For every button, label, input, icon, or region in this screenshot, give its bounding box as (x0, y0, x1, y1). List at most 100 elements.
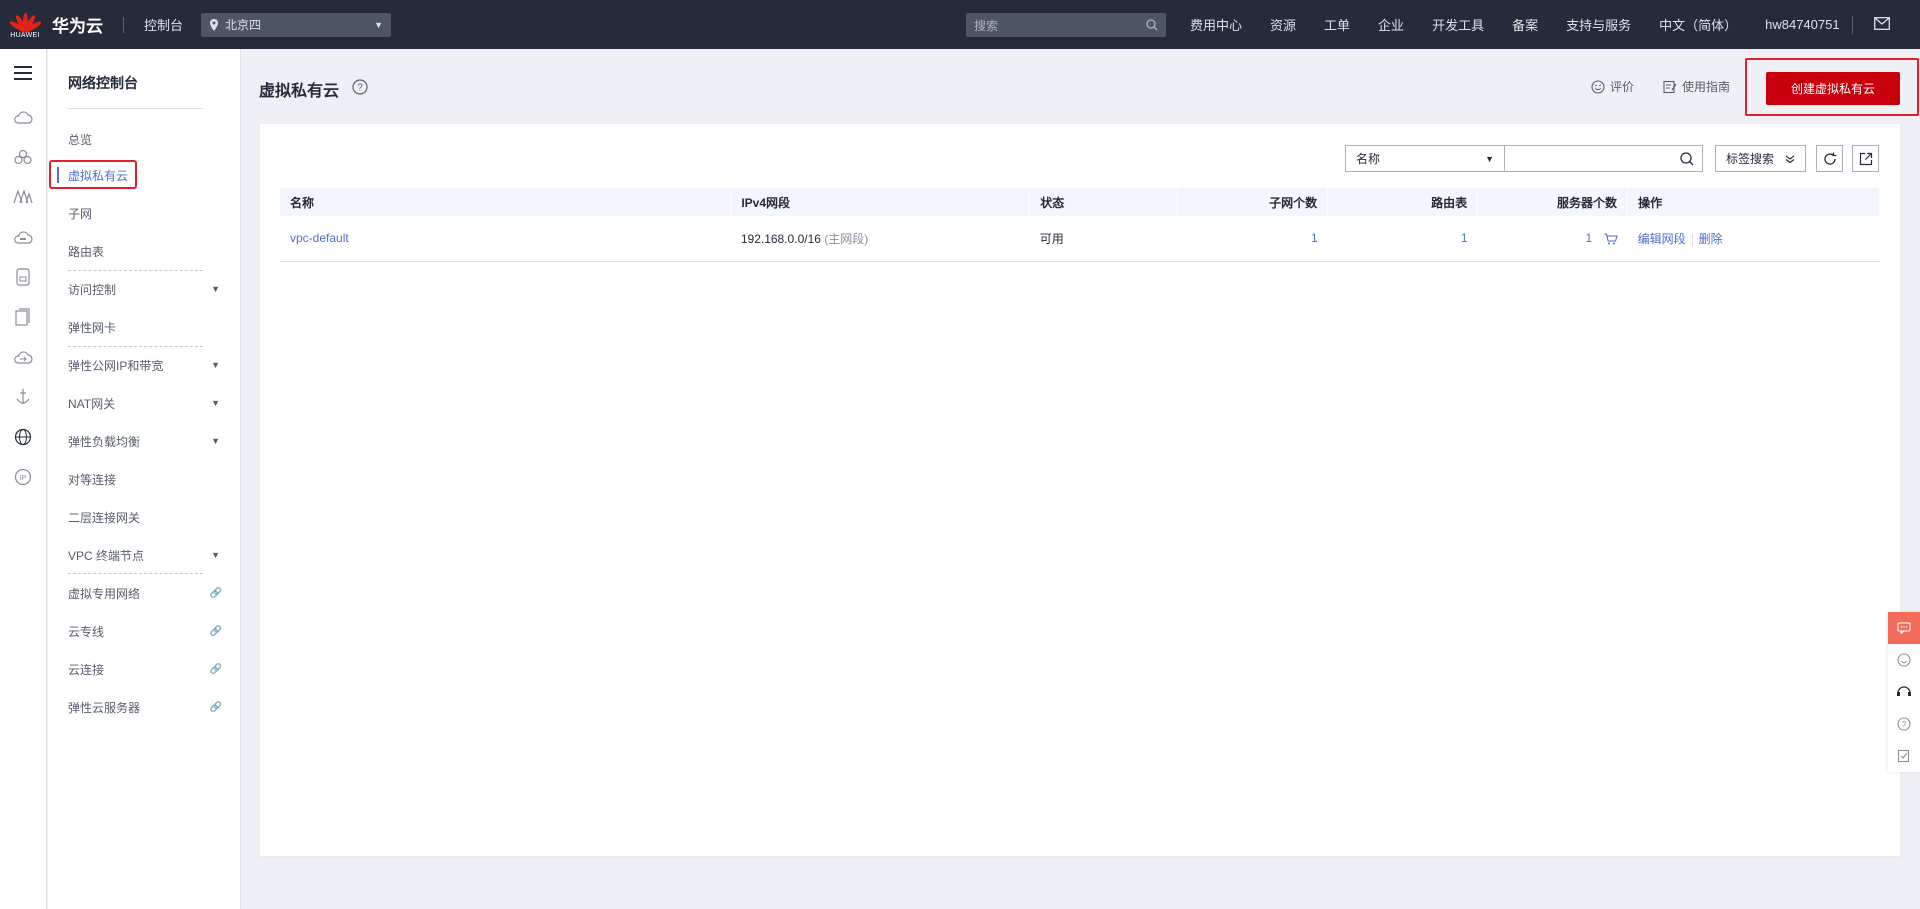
vpc-name-link[interactable]: vpc-default (290, 231, 349, 245)
sidebar-item-label: 虚拟专用网络 (68, 586, 141, 601)
sidebar-item-ecs[interactable]: 弹性云服务器 🔗 (68, 697, 228, 717)
servers-count-link[interactable]: 1 (1586, 231, 1593, 245)
operations-cell: 编辑网段 删除 (1627, 216, 1880, 262)
sidebar-item-eni[interactable]: 弹性网卡 (68, 317, 228, 337)
console-link[interactable]: 控制台 (144, 15, 183, 34)
caret-down-icon: ▼ (211, 398, 220, 408)
nav-resources[interactable]: 资源 (1270, 15, 1296, 34)
route-tables-cell: 1 (1327, 216, 1478, 262)
cidr-cell: 192.168.0.0/16 (主网段) (730, 216, 1030, 262)
region-selector[interactable]: 北京四 ▼ (201, 12, 392, 37)
network-icon (13, 190, 33, 204)
tag-search-button[interactable]: 标签搜索 (1715, 145, 1806, 172)
nav-dev-tools[interactable]: 开发工具 (1432, 15, 1484, 34)
top-bar: HUAWEI 华为云 控制台 北京四 ▼ 搜索 费用中心 资源 工单 企业 开发… (0, 0, 1920, 49)
sidebar-item-subnet[interactable]: 子网 (68, 203, 228, 223)
sidebar-item-access-control[interactable]: 访问控制 ▼ (68, 279, 228, 299)
cart-icon[interactable] (1604, 233, 1618, 245)
external-link-icon: 🔗 (209, 701, 222, 713)
nav-tickets[interactable]: 工单 (1324, 15, 1350, 34)
col-header-servers[interactable]: 服务器个数 (1477, 188, 1629, 216)
sidebar-item-vpc[interactable]: 虚拟私有云 (68, 165, 228, 185)
user-guide-link[interactable]: 使用指南 (1663, 78, 1730, 95)
refresh-button[interactable] (1816, 145, 1843, 172)
sidebar-item-elb[interactable]: 弹性负载均衡 ▼ (68, 431, 228, 451)
subnets-cell: 1 (1177, 216, 1328, 262)
sidebar-item-label: 弹性公网IP和带宽 (68, 358, 164, 373)
col-header-status[interactable]: 状态 (1029, 188, 1179, 216)
rail-item-cloud[interactable] (0, 97, 46, 137)
col-header-route-tables[interactable]: 路由表 (1327, 188, 1479, 216)
rail-item-globe[interactable] (0, 417, 46, 457)
sidebar-item-eip[interactable]: 弹性公网IP和带宽 ▼ (68, 355, 228, 375)
subnets-count-link[interactable]: 1 (1311, 231, 1318, 245)
sidebar-item-label: 二层连接网关 (68, 510, 141, 525)
nav-billing[interactable]: 费用中心 (1190, 15, 1242, 34)
page-title: 虚拟私有云 (259, 83, 340, 100)
smiley-button[interactable] (1888, 644, 1920, 676)
document-icon (15, 308, 30, 326)
sidebar-item-overview[interactable]: 总览 (68, 129, 228, 149)
edit-cidr-link[interactable]: 编辑网段 (1638, 232, 1686, 246)
divider (68, 346, 203, 347)
nav-username[interactable]: hw84740751 (1765, 17, 1839, 32)
sidebar-item-vpn[interactable]: 虚拟专用网络 🔗 (68, 583, 228, 603)
floating-toolbar: ? (1888, 612, 1920, 772)
chat-icon (1897, 622, 1911, 634)
rail-item-document[interactable] (0, 297, 46, 337)
feedback-chat-button[interactable] (1888, 612, 1920, 644)
nav-support[interactable]: 支持与服务 (1566, 15, 1631, 34)
export-button[interactable] (1852, 145, 1879, 172)
mail-icon[interactable] (1874, 17, 1890, 30)
search-icon[interactable] (1146, 19, 1158, 31)
rail-item-database[interactable] (0, 257, 46, 297)
rate-button[interactable]: 评价 (1591, 78, 1634, 95)
sidebar-item-label: 总览 (68, 132, 93, 147)
menu-button[interactable] (0, 49, 46, 97)
sidebar-item-nat[interactable]: NAT网关 ▼ (68, 393, 228, 413)
top-nav: 费用中心 资源 工单 企业 开发工具 备案 支持与服务 中文（简体） hw847… (1190, 0, 1868, 49)
col-header-name[interactable]: 名称 (280, 188, 732, 216)
database-icon (16, 268, 30, 286)
headset-icon (1897, 686, 1911, 696)
rail-item-cloud-sync[interactable] (0, 337, 46, 377)
sidebar-item-direct-connect[interactable]: 云专线 🔗 (68, 621, 228, 641)
sidebar-item-label: 子网 (68, 206, 93, 221)
external-link-icon: 🔗 (209, 587, 222, 599)
caret-down-icon: ▼ (211, 436, 220, 446)
rail-item-ip[interactable]: IP (0, 457, 46, 497)
survey-button[interactable] (1888, 740, 1920, 772)
sidebar-item-cloud-connect[interactable]: 云连接 🔗 (68, 659, 228, 679)
create-vpc-button[interactable]: 创建虚拟私有云 (1766, 72, 1900, 105)
nav-language[interactable]: 中文（简体） (1659, 15, 1737, 34)
svg-text:?: ? (1902, 720, 1907, 729)
rail-item-anchor[interactable] (0, 377, 46, 417)
help-button[interactable]: ? (1888, 708, 1920, 740)
sidebar-item-peering[interactable]: 对等连接 (68, 469, 228, 489)
search-icon[interactable] (1680, 151, 1694, 166)
sidebar-item-route-table[interactable]: 路由表 (68, 241, 228, 261)
sidebar-item-label: 访问控制 (68, 282, 117, 297)
nav-enterprise[interactable]: 企业 (1378, 15, 1404, 34)
help-icon[interactable]: ? (352, 79, 368, 95)
brand-name[interactable]: 华为云 (52, 12, 103, 37)
huawei-logo[interactable]: HUAWEI (0, 11, 50, 39)
divider (68, 270, 203, 271)
sidebar-item-l2-gateway[interactable]: 二层连接网关 (68, 507, 228, 527)
sidebar-item-label: 路由表 (68, 244, 105, 259)
route-tables-count-link[interactable]: 1 (1461, 231, 1468, 245)
sidebar-item-vpc-endpoint[interactable]: VPC 终端节点 ▼ (68, 545, 228, 565)
rail-item-cloud-storage[interactable] (0, 217, 46, 257)
global-search-input[interactable]: 搜索 (966, 13, 1166, 37)
col-header-ipv4-cidr[interactable]: IPv4网段 (730, 188, 1031, 216)
rail-item-network[interactable] (0, 177, 46, 217)
rail-item-cluster[interactable] (0, 137, 46, 177)
filter-field-select[interactable]: 名称 ▼ (1345, 145, 1505, 172)
delete-link[interactable]: 删除 (1699, 232, 1723, 246)
search-placeholder: 搜索 (974, 18, 999, 33)
nav-icp[interactable]: 备案 (1512, 15, 1538, 34)
filter-search-input[interactable] (1504, 145, 1703, 172)
customer-service-button[interactable] (1888, 676, 1920, 708)
external-link-icon: 🔗 (209, 663, 222, 675)
col-header-subnets[interactable]: 子网个数 (1177, 188, 1329, 216)
